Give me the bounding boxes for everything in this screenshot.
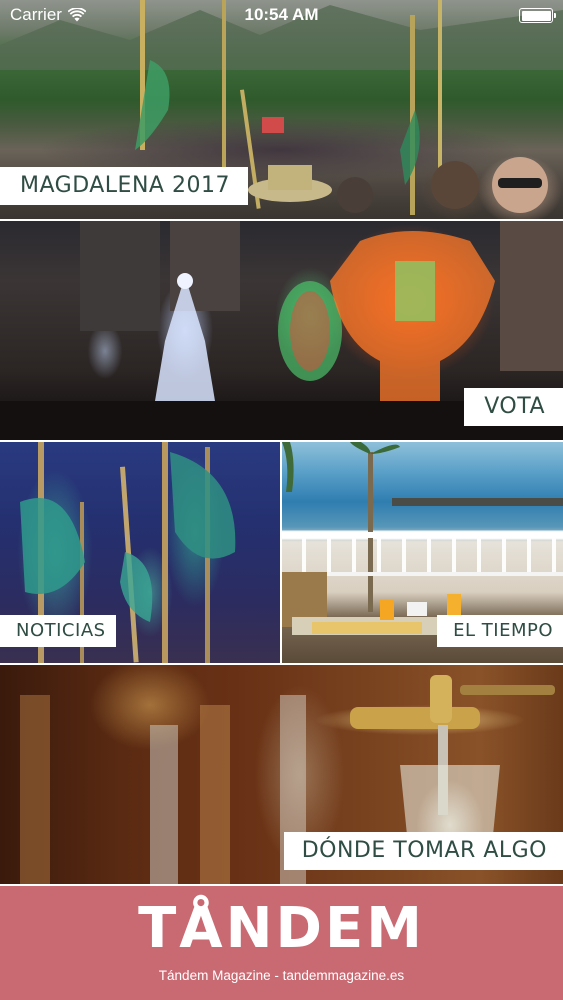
status-time: 10:54 AM: [244, 5, 319, 24]
tile-magdalena-2017[interactable]: MAGDALENA 2017: [0, 0, 563, 219]
footer-banner: TÅNDEM Tándem Magazine - tandemmagazine.…: [0, 886, 563, 1000]
footer-tagline: Tándem Magazine - tandemmagazine.es: [158, 968, 405, 983]
battery-icon: [519, 8, 556, 23]
tile-el-tiempo[interactable]: EL TIEMPO: [282, 442, 563, 663]
tile-label-el-tiempo: EL TIEMPO: [437, 615, 563, 647]
tile-label-noticias: NOTICIAS: [0, 615, 116, 647]
tile-label-vota: VOTA: [464, 388, 563, 426]
tile-vota[interactable]: VOTA: [0, 221, 563, 440]
status-bar: Carrier 10:54 AM: [0, 0, 563, 30]
brand-logo: TÅNDEM: [138, 896, 425, 961]
tile-label-donde-tomar-algo: DÓNDE TOMAR ALGO: [283, 832, 563, 870]
tile-donde-tomar-algo[interactable]: DÓNDE TOMAR ALGO: [0, 665, 563, 884]
tile-label-magdalena: MAGDALENA 2017: [0, 167, 248, 205]
tile-noticias[interactable]: NOTICIAS: [0, 442, 280, 663]
